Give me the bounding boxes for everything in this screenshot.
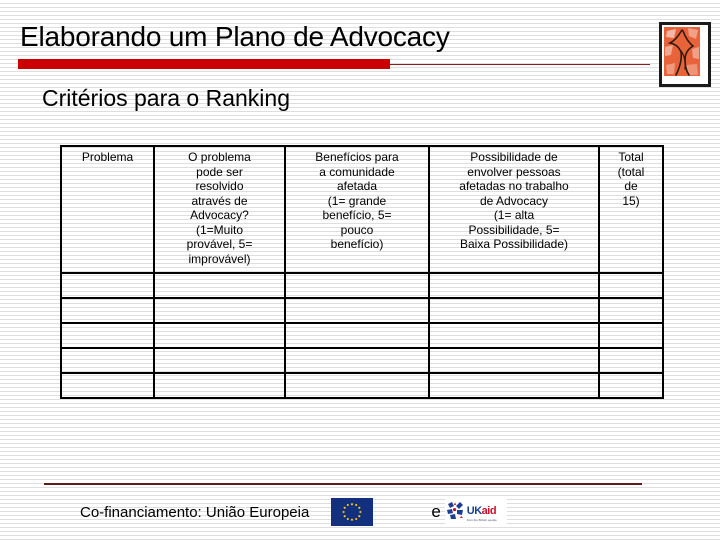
header-line: 15)	[622, 193, 640, 208]
table-cell[interactable]	[428, 297, 600, 324]
table-cell[interactable]	[60, 372, 155, 399]
table-cell[interactable]	[428, 272, 600, 299]
table-row[interactable]	[60, 347, 664, 374]
european-union-flag-icon	[331, 498, 374, 526]
table-header-cell-possibilidade-envolver: Possibilidade de envolver pessoas afetad…	[428, 145, 600, 274]
header-line: Problema	[81, 150, 134, 164]
header-line: provável, 5=	[186, 237, 253, 251]
table-cell[interactable]	[284, 272, 430, 299]
table-cell[interactable]	[428, 347, 600, 374]
table-cell[interactable]	[598, 272, 664, 299]
table-header-cell-total: Total (total de 15)	[598, 145, 664, 274]
header-line: Benefícios para	[315, 150, 399, 164]
header-line: através de	[191, 193, 248, 208]
ukaid-crest-icon	[444, 499, 465, 525]
header-line: improvável)	[188, 251, 251, 266]
header-line: afetadas no trabalho	[459, 179, 569, 193]
header-line: de	[624, 179, 638, 193]
table-header-cell-problema: Problema	[60, 145, 155, 274]
header-line: Possibilidade de	[470, 150, 558, 164]
header-line: (total	[617, 164, 645, 179]
table-row[interactable]	[60, 272, 664, 299]
table-cell[interactable]	[60, 322, 155, 349]
table-row[interactable]	[60, 372, 664, 399]
header-line: afetada	[336, 179, 378, 193]
table-cell[interactable]	[153, 322, 286, 349]
table-cell[interactable]	[284, 322, 430, 349]
header-line: benefício)	[330, 237, 384, 251]
table-cell[interactable]	[428, 322, 600, 349]
table-header-cell-beneficios-comunidade: Benefícios para a comunidade afetada (1=…	[284, 145, 430, 274]
footer-funding-text: Co-financiamento: União Europeia	[80, 503, 310, 521]
table-cell[interactable]	[153, 297, 286, 324]
table-cell[interactable]	[284, 372, 430, 399]
header-line: pode ser	[196, 164, 243, 179]
footer: Co-financiamento: União Europeia e UKaid…	[44, 492, 664, 532]
table-cell[interactable]	[598, 347, 664, 374]
header-line: (1= alta	[493, 208, 535, 222]
table-header-row: Problema O problema pode ser resolvido a…	[60, 145, 664, 274]
table-header-cell-resolvido-advocacy: O problema pode ser resolvido através de…	[153, 145, 286, 274]
table-cell[interactable]	[60, 347, 155, 374]
table-cell[interactable]	[598, 372, 664, 399]
abstract-figure-art-icon	[659, 22, 711, 87]
table-row[interactable]	[60, 322, 664, 349]
table-cell[interactable]	[598, 297, 664, 324]
ukaid-wordmark: UKaid from the British people	[467, 502, 497, 523]
header-line: de Advocacy	[479, 193, 549, 208]
header-line: O problema	[188, 150, 251, 164]
ranking-criteria-table: Problema O problema pode ser resolvido a…	[60, 145, 664, 399]
footer-divider	[44, 483, 642, 485]
header-line: Total	[618, 150, 644, 164]
header-line: resolvido	[195, 179, 244, 193]
page-subtitle: Critérios para o Ranking	[42, 85, 291, 111]
ukaid-aid-text: aid	[481, 504, 497, 517]
table-cell[interactable]	[284, 297, 430, 324]
header-line: envolver pessoas	[467, 164, 561, 179]
table-cell[interactable]	[60, 272, 155, 299]
table-row[interactable]	[60, 297, 664, 324]
footer-conjunction: e	[431, 502, 441, 521]
table-cell[interactable]	[284, 347, 430, 374]
header-line: pouco	[340, 222, 374, 237]
header-line: Possibilidade, 5=	[468, 222, 560, 237]
header-line: Baixa Possibilidade)	[459, 237, 569, 251]
table-cell[interactable]	[153, 272, 286, 299]
header-line: Advocacy?	[190, 208, 249, 222]
header-line: (1= grande	[327, 193, 387, 208]
table-cell[interactable]	[60, 297, 155, 324]
header-line: a comunidade	[319, 164, 395, 179]
title-underline-thick	[18, 59, 390, 69]
ukaid-uk-text: UK	[466, 504, 482, 517]
header-line: benefício, 5=	[322, 208, 392, 222]
ukaid-subtitle-text: from the British people	[466, 517, 497, 522]
ukaid-logo: UKaid from the British people	[444, 499, 507, 525]
table-cell[interactable]	[598, 322, 664, 349]
table-cell[interactable]	[153, 372, 286, 399]
page-title: Elaborando um Plano de Advocacy	[20, 21, 450, 52]
header-line: (1=Muito	[195, 222, 244, 237]
table-cell[interactable]	[428, 372, 600, 399]
table-body: Problema O problema pode ser resolvido a…	[60, 145, 664, 399]
table-cell[interactable]	[153, 347, 286, 374]
